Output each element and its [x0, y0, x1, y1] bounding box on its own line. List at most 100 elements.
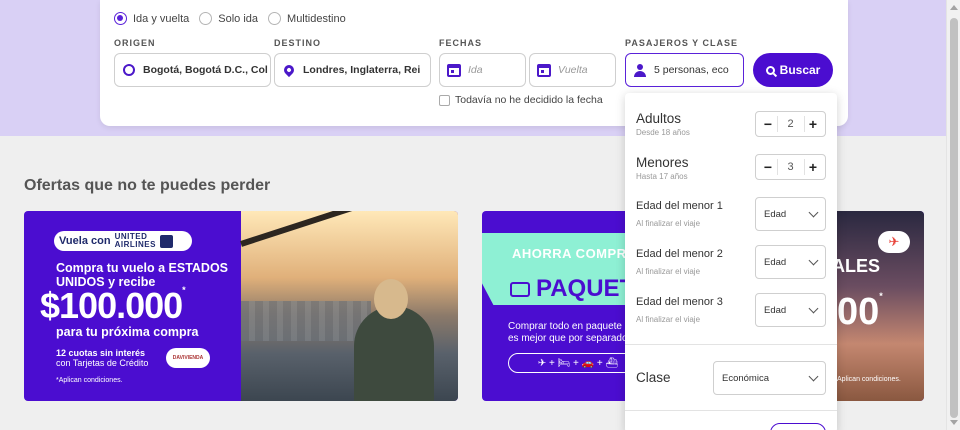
banner2-conditions: Aplican condiciones. [837, 376, 901, 383]
origin-icon [115, 64, 143, 76]
passengers-label: PASAJEROS Y CLASE [625, 38, 739, 48]
banner1-amount: $100.000* [40, 285, 186, 327]
adults-label: Adultos [636, 111, 682, 126]
search-button[interactable]: Buscar [753, 53, 833, 87]
calendar-icon [440, 63, 468, 77]
minor-2-age-value: Edad [764, 256, 787, 268]
flexible-date-label: Todavía no he decidido la fecha [455, 94, 603, 106]
chevron-down-icon [808, 255, 819, 265]
adults-decrement-button[interactable]: − [760, 116, 776, 132]
class-label: Clase [636, 370, 671, 385]
dates-label: FECHAS [439, 38, 483, 48]
airline-logo-line2: AIRLINES [114, 240, 156, 249]
passengers-value: 5 personas, eco [654, 64, 729, 76]
cabin-class-select[interactable]: Económica [713, 361, 826, 395]
minors-label: Menores [636, 155, 689, 170]
search-icon [765, 65, 775, 75]
cabin-class-value: Económica [722, 372, 769, 384]
chevron-down-icon [808, 371, 819, 381]
airline-pill-prefix: Vuela con [59, 235, 111, 247]
minor-3-age-label: Edad del menor 3 [636, 296, 723, 308]
chevron-down-icon [808, 207, 819, 217]
popup-divider [625, 344, 837, 345]
adults-stepper[interactable]: − 2 + [755, 111, 826, 137]
scroll-thumb[interactable] [950, 18, 958, 418]
calendar-icon [530, 63, 558, 77]
person-icon [626, 63, 654, 77]
passengers-popup: Adultos Desde 18 años − 2 + Menores Hast… [625, 93, 837, 430]
united-globe-icon [159, 234, 173, 248]
minors-count: 3 [776, 159, 805, 175]
flexible-date-option[interactable]: Todavía no he decidido la fecha [439, 94, 603, 106]
offers-title: Ofertas que no te puedes perder [24, 177, 271, 194]
minors-stepper[interactable]: − 3 + [755, 154, 826, 180]
trip-type-group: Ida y vuelta Solo ida Multidestino [114, 12, 346, 25]
destination-field[interactable]: Londres, Inglaterra, Rei [274, 53, 431, 87]
chevron-down-icon [808, 303, 819, 313]
traveler-shape [354, 306, 434, 401]
traveler-head [374, 279, 408, 319]
radio-multidestination[interactable] [268, 12, 282, 25]
trip-type-oneway[interactable]: Solo ida [199, 12, 258, 25]
airplane-icon: ✈ [878, 231, 910, 253]
adults-increment-button[interactable]: + [805, 116, 821, 132]
banner2-right-amount-mark: * [879, 291, 883, 301]
destination-value: Londres, Inglaterra, Rei [303, 64, 421, 76]
minor-1-age-label: Edad del menor 1 [636, 200, 723, 212]
destination-label: DESTINO [274, 38, 322, 48]
radio-roundtrip[interactable] [114, 12, 127, 25]
minor-2-age-label: Edad del menor 2 [636, 248, 723, 260]
skyline-shape [241, 301, 371, 341]
banner1-conditions: *Aplican condiciones. [56, 377, 123, 384]
passengers-field[interactable]: 5 personas, eco [625, 53, 744, 87]
return-date-field[interactable]: Vuelta [529, 53, 616, 87]
origin-label: ORIGEN [114, 38, 156, 48]
page-scrollbar[interactable] [946, 0, 960, 430]
airline-pill: Vuela con UNITED AIRLINES [54, 231, 192, 251]
popup-divider [625, 410, 837, 411]
banner1-subline: para tu próxima compra [56, 325, 199, 339]
suitcase-icon [510, 281, 530, 297]
trip-type-label: Solo ida [218, 12, 259, 25]
scroll-up-arrow-icon[interactable] [950, 5, 958, 10]
banner2-right-amount: 00* [837, 291, 883, 334]
apply-button[interactable] [770, 423, 826, 430]
bank-logo: DAVIVIENDA [166, 348, 210, 368]
radio-oneway[interactable] [199, 12, 213, 25]
banner1-amount-mark: * [182, 285, 185, 295]
minor-1-age-select[interactable]: Edad [755, 197, 826, 231]
depart-placeholder: Ida [468, 64, 483, 76]
minor-3-age-select[interactable]: Edad [755, 293, 826, 327]
depart-date-field[interactable]: Ida [439, 53, 526, 87]
banner2-right-amount-value: 00 [837, 291, 880, 333]
minor-2-age-select[interactable]: Edad [755, 245, 826, 279]
return-placeholder: Vuelta [558, 64, 588, 76]
origin-value: Bogotá, Bogotá D.C., Col [143, 64, 268, 76]
minor-2-age-sublabel: Al finalizar el viaje [636, 267, 701, 276]
installments-rest: con Tarjetas de Crédito [56, 358, 149, 368]
banner2-top-text: AHORRA COMPR [512, 246, 627, 261]
minor-1-age-value: Edad [764, 208, 787, 220]
minors-decrement-button[interactable]: − [760, 159, 776, 175]
adults-sublabel: Desde 18 años [636, 128, 690, 137]
united-airlines-offer-banner[interactable]: Vuela con UNITED AIRLINES Compra tu vuel… [24, 211, 458, 401]
search-button-label: Buscar [779, 63, 821, 77]
trip-type-roundtrip[interactable]: Ida y vuelta [114, 12, 189, 25]
adults-count: 2 [776, 116, 805, 132]
minor-3-age-value: Edad [764, 304, 787, 316]
minor-3-age-sublabel: Al finalizar el viaje [636, 315, 701, 324]
banner2-body-text: Comprar todo en paquete es mejor que por… [508, 321, 628, 344]
trip-type-label: Ida y vuelta [133, 12, 190, 25]
minors-increment-button[interactable]: + [805, 159, 821, 175]
installments-bold: 12 cuotas sin interés [56, 348, 146, 358]
minor-1-age-sublabel: Al finalizar el viaje [636, 219, 701, 228]
flexible-date-checkbox[interactable] [439, 94, 450, 106]
scroll-down-arrow-icon[interactable] [950, 420, 958, 425]
banner1-amount-value: $100.000 [40, 285, 183, 326]
origin-field[interactable]: Bogotá, Bogotá D.C., Col [114, 53, 271, 87]
trip-type-label: Multidestino [287, 12, 346, 25]
minors-sublabel: Hasta 17 años [636, 172, 688, 181]
trip-type-multidestination[interactable]: Multidestino [268, 12, 346, 25]
banner1-installments: 12 cuotas sin interés con Tarjetas de Cr… [56, 348, 164, 368]
airline-logo: UNITED AIRLINES [115, 233, 156, 249]
